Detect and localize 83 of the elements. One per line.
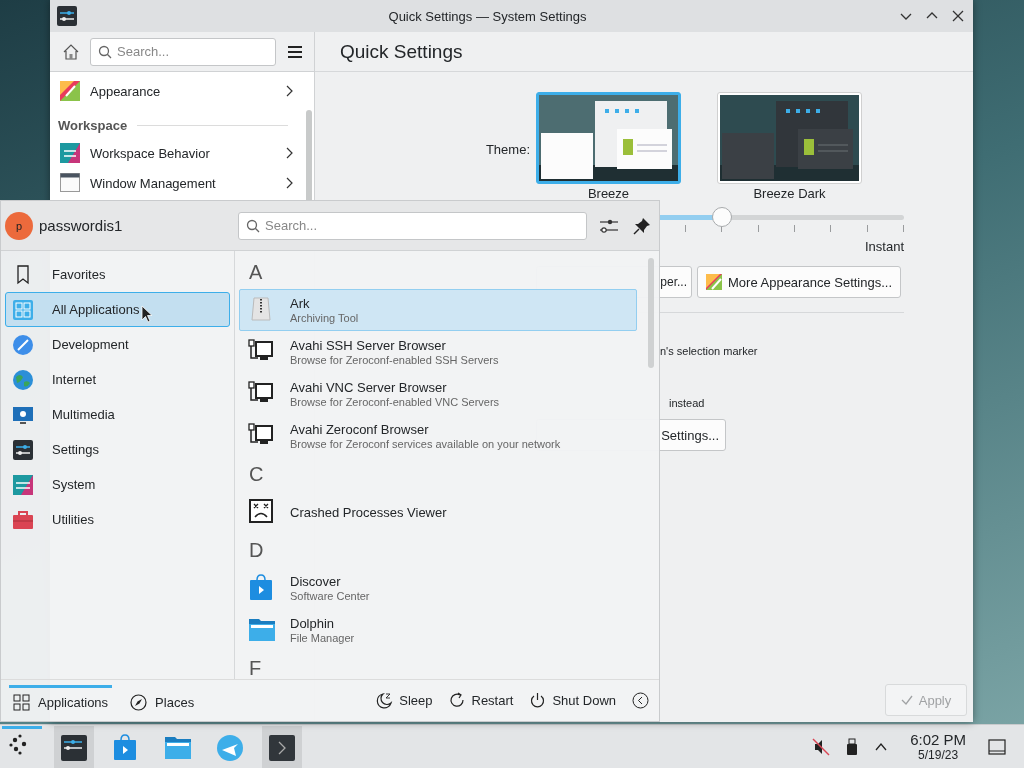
selection-hint: n's selection marker xyxy=(660,345,758,357)
window-title: Quick Settings — System Settings xyxy=(387,8,588,24)
sidebar-item[interactable]: Workspace Behavior xyxy=(58,138,294,168)
home-icon xyxy=(62,42,80,61)
slider-max-label: Instant xyxy=(863,239,904,254)
section-letter: C xyxy=(248,462,265,487)
pin-icon xyxy=(633,216,651,235)
settings-app-icon xyxy=(60,734,88,762)
sidebar-item[interactable]: Window Management xyxy=(58,168,294,198)
app-list-item[interactable]: Dolphin File Manager xyxy=(239,609,637,651)
launcher-tab[interactable]: Places xyxy=(126,684,199,717)
app-list-item[interactable]: Crashed Processes Viewer xyxy=(239,491,637,533)
theme-label: Theme: xyxy=(484,141,531,159)
power-icon xyxy=(529,692,547,709)
app-list-item[interactable]: Avahi VNC Server Browser Browse for Zeroconf-enabled VNC Servers xyxy=(239,373,637,415)
taskbar-button[interactable] xyxy=(54,725,94,768)
search-field[interactable]: Search... xyxy=(90,37,276,66)
launcher-tab[interactable]: Applications xyxy=(9,684,113,717)
section-letter: A xyxy=(248,260,264,285)
category-item[interactable]: Multimedia xyxy=(5,397,230,432)
section-heading: Workspace xyxy=(58,117,128,133)
theme-name: Breeze xyxy=(587,187,630,201)
checkmark-icon xyxy=(900,694,913,706)
app-list-item[interactable]: Discover Software Center xyxy=(239,567,637,609)
category-icon xyxy=(60,173,80,193)
category-item[interactable]: Settings xyxy=(5,432,230,467)
settings-app-icon xyxy=(56,5,78,27)
chevron-right-icon xyxy=(284,84,294,98)
folder-icon xyxy=(164,734,192,762)
more-actions-button[interactable] xyxy=(630,690,651,711)
power-action-button[interactable]: Shut Down xyxy=(527,688,618,713)
category-item[interactable]: Development xyxy=(5,327,230,362)
category-item[interactable]: System xyxy=(5,467,230,502)
category-icon xyxy=(12,438,34,461)
mouse-pointer-icon xyxy=(141,305,153,323)
category-icon xyxy=(12,368,34,391)
close-icon xyxy=(951,9,965,23)
category-icon xyxy=(60,143,80,163)
category-icon xyxy=(12,298,34,321)
moon-icon xyxy=(376,692,394,709)
restart-icon xyxy=(448,692,466,709)
category-item[interactable]: Internet xyxy=(5,362,230,397)
category-icon xyxy=(60,81,80,101)
slider-handle[interactable] xyxy=(712,207,733,227)
app-icon xyxy=(248,616,276,644)
page-title: Quick Settings xyxy=(315,32,973,72)
section-letter: F xyxy=(248,656,263,679)
category-item[interactable]: Favorites xyxy=(5,257,230,292)
power-action-button[interactable]: Sleep xyxy=(374,688,435,713)
clock[interactable]: 6:02 PM 5/19/23 xyxy=(904,731,972,762)
appearance-icon xyxy=(706,274,722,290)
chevron-left-icon xyxy=(632,692,649,709)
app-list-item[interactable]: Avahi Zeroconf Browser Browse for Zeroconf services available on your network xyxy=(239,415,637,457)
avatar[interactable]: p xyxy=(5,211,33,240)
app-icon xyxy=(248,498,276,526)
globe-icon xyxy=(216,734,244,762)
category-icon xyxy=(12,508,34,531)
search-field[interactable]: Search... xyxy=(238,211,587,240)
chevron-right-icon xyxy=(284,146,294,160)
power-action-button[interactable]: Restart xyxy=(446,688,516,713)
double-click-hint: instead xyxy=(669,397,705,409)
scrollbar[interactable] xyxy=(648,258,654,368)
sidebar-item[interactable]: Appearance xyxy=(58,76,294,106)
category-icon xyxy=(12,333,34,356)
terminal-icon xyxy=(268,734,296,762)
chevron-right-icon xyxy=(284,176,294,190)
grid-icon xyxy=(13,693,30,711)
category-item[interactable]: All Applications xyxy=(5,292,230,327)
theme-name: Breeze Dark xyxy=(753,187,826,201)
section-letter: D xyxy=(248,538,265,563)
taskbar-button[interactable] xyxy=(262,725,302,768)
category-item[interactable]: Utilities xyxy=(5,502,230,537)
usb-drive-icon[interactable] xyxy=(846,737,859,756)
app-list-item[interactable]: Ark Archiving Tool xyxy=(239,289,637,331)
category-icon xyxy=(12,473,34,496)
user-name: passwordis1 xyxy=(39,217,123,234)
app-list-item[interactable]: Avahi SSH Server Browser Browse for Zeroconf-enabled SSH Servers xyxy=(239,331,637,373)
appearance-settings-button[interactable]: More Appearance Settings... xyxy=(697,266,902,298)
search-icon xyxy=(246,218,260,233)
compass-icon xyxy=(130,693,148,711)
search-icon xyxy=(98,44,112,59)
speaker-muted-icon[interactable] xyxy=(812,737,831,756)
show-desktop-icon[interactable] xyxy=(988,737,1006,756)
